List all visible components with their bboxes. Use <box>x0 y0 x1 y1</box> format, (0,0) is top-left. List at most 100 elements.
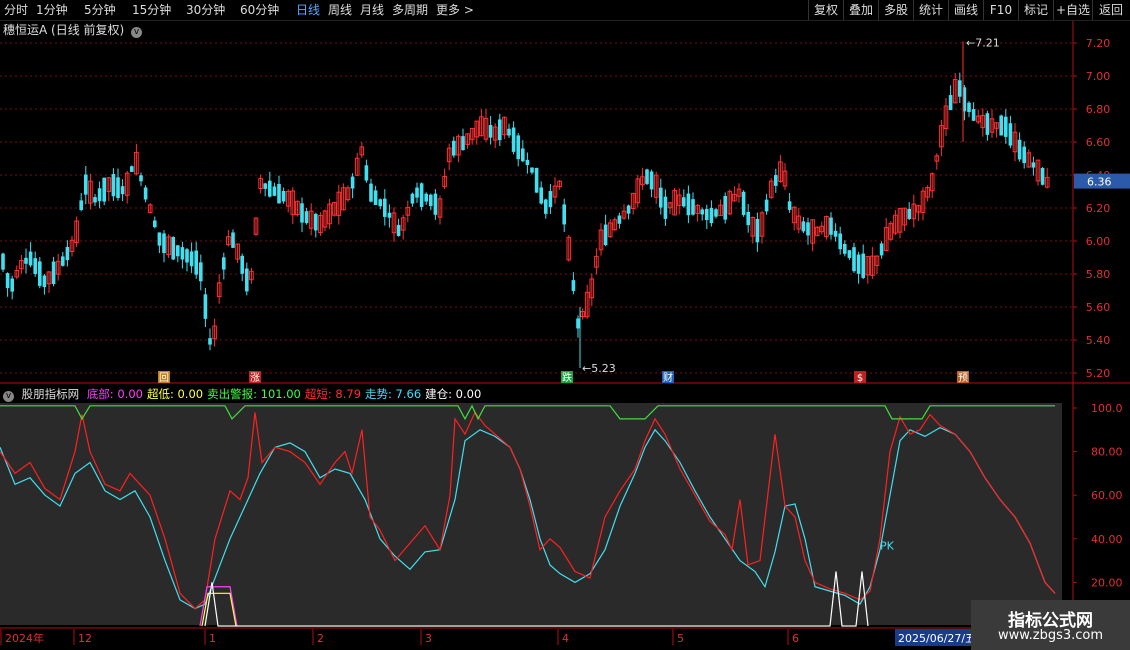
period-tab-fenshi[interactable]: 分时 <box>4 0 28 20</box>
candle-body-down <box>139 175 143 182</box>
candle-body-down <box>410 193 415 204</box>
stock-name: 穗恒运A <box>3 23 48 37</box>
candle-body-down <box>433 193 438 215</box>
button-biaoji[interactable]: 标记 <box>1018 0 1053 20</box>
ind-tick-label: 20.00 <box>1091 576 1123 589</box>
indicator-name: 股朋指标网 <box>21 387 80 401</box>
candle-body-down <box>626 205 631 214</box>
candle-body-down <box>705 208 709 221</box>
period-tab-monthly[interactable]: 月线 <box>360 0 384 20</box>
button-fuquan[interactable]: 复权 <box>808 0 843 20</box>
period-tab-30min[interactable]: 30分钟 <box>186 0 225 20</box>
cursor-date-label: 2025/06/27/五 <box>898 632 976 645</box>
candle-body-down <box>93 197 97 203</box>
candle-body-down <box>1 253 5 270</box>
chevron-down-icon[interactable]: v <box>3 391 14 402</box>
low-label: ←5.23 <box>582 362 616 375</box>
candle-body-down <box>948 95 953 111</box>
candle-body-down <box>521 148 525 162</box>
indicator-header: v 股朋指标网 底部: 0.00 超低: 0.00 卖出警报: 101.00 超短: … <box>0 385 489 403</box>
candle-body-down <box>171 237 175 260</box>
candle-body-down <box>130 166 134 172</box>
candle-body-down <box>498 119 502 141</box>
candle-body-down <box>833 230 838 237</box>
candle-body-down <box>907 208 911 219</box>
candle-body-down <box>507 128 511 136</box>
price-tick-label: 6.80 <box>1086 103 1111 116</box>
period-tab-60min[interactable]: 60分钟 <box>240 0 279 20</box>
price-tick-label: 6.00 <box>1086 235 1111 248</box>
period-tab-more[interactable]: 更多 > <box>436 0 474 20</box>
candle-body-down <box>1031 162 1036 168</box>
chart-area[interactable]: ←7.21←5.23 7.207.006.806.606.406.206.005… <box>0 21 1130 650</box>
candle-body-down <box>185 249 189 263</box>
candle-body-down <box>51 261 56 285</box>
period-tab-daily[interactable]: 日线 <box>296 0 320 20</box>
period-tab-15min[interactable]: 15分钟 <box>132 0 171 20</box>
candle-body-down <box>383 198 387 217</box>
candle-body-down <box>429 194 433 207</box>
button-tongji[interactable]: 统计 <box>913 0 948 20</box>
candle-body-down <box>530 167 534 173</box>
indicator-axis: 100.0 80.00 60.00 40.00 20.00 <box>1073 402 1123 589</box>
candle-body-down <box>314 213 318 231</box>
candle-body-down <box>396 224 401 236</box>
period-tab-weekly[interactable]: 周线 <box>328 0 352 20</box>
watermark-url: www.zbgs3.com <box>997 628 1104 643</box>
event-marker-label: 预 <box>958 372 968 384</box>
button-diejia[interactable]: 叠加 <box>843 0 878 20</box>
period-tab-multi[interactable]: 多周期 <box>392 0 428 20</box>
candle-body-down <box>369 183 373 202</box>
candle-body-down <box>967 102 971 113</box>
candle-body-down <box>829 217 833 235</box>
candle-body-down <box>38 261 42 286</box>
candle-body-down <box>157 232 162 246</box>
button-back[interactable]: 返回 <box>1092 0 1129 20</box>
button-duogu[interactable]: 多股 <box>878 0 913 20</box>
time-label: 2024年 <box>5 631 44 645</box>
candle-body-down <box>1008 123 1013 146</box>
watermark: 指标公式网 www.zbgs3.com <box>971 600 1130 650</box>
period-tab-1min[interactable]: 1分钟 <box>36 0 68 20</box>
candle-body-down <box>222 257 226 270</box>
price-tick-label: 5.20 <box>1086 367 1111 380</box>
candle-body-down <box>387 212 392 218</box>
period-tab-5min[interactable]: 5分钟 <box>84 0 116 20</box>
price-tick-label: 5.80 <box>1086 268 1111 281</box>
candle-body-down <box>116 177 120 198</box>
candle-body-down <box>208 338 212 345</box>
candle-body-down <box>373 190 378 205</box>
candle-body-down <box>1022 146 1026 164</box>
candle-body-down <box>516 135 520 160</box>
candle-body-down <box>84 174 88 195</box>
candle-body-down <box>544 199 548 214</box>
price-tick-label: 5.40 <box>1086 334 1111 347</box>
candle-body-down <box>847 250 852 258</box>
candle-body-down <box>24 257 28 264</box>
candle-body-down <box>985 113 990 135</box>
event-marker-label: 跌 <box>562 371 572 384</box>
price-tick-label: 7.20 <box>1086 37 1111 50</box>
stock-mode: (日线 前复权) <box>51 23 125 37</box>
price-tick-label: 6.20 <box>1086 202 1111 215</box>
candle-body-down <box>194 250 198 275</box>
candle-body-down <box>879 243 884 256</box>
candle-body-down <box>350 176 355 189</box>
candle-body-down <box>419 183 424 207</box>
ind-tick-label: 60.00 <box>1091 489 1123 502</box>
chevron-down-icon[interactable]: v <box>131 27 143 38</box>
time-label: 6 <box>792 632 799 645</box>
event-marker-label: 回 <box>159 372 169 384</box>
candle-body-down <box>180 247 185 260</box>
candle-body-down <box>525 159 530 166</box>
button-f10[interactable]: F10 <box>983 0 1018 20</box>
candle-body-down <box>861 253 865 278</box>
candle-body-down <box>645 169 649 184</box>
candle-body-down <box>245 268 249 292</box>
candle-body-down <box>111 174 116 197</box>
candle-body-down <box>562 204 566 225</box>
chevron-right-icon: > <box>460 3 474 17</box>
button-huaxian[interactable]: 画线 <box>948 0 983 20</box>
button-zixuan[interactable]: +自选 <box>1053 0 1092 20</box>
time-label: 4 <box>562 632 569 645</box>
